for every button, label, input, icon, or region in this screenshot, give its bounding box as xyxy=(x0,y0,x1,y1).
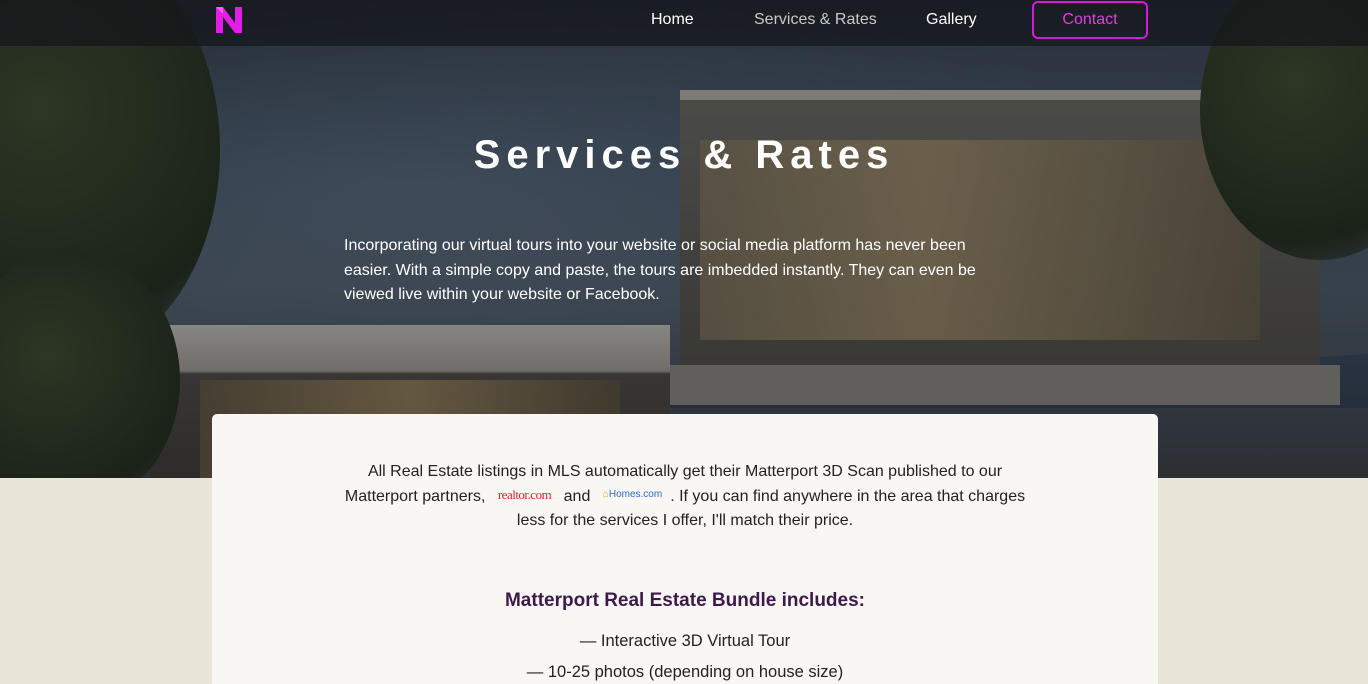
nav-link-home[interactable]: Home xyxy=(651,10,694,30)
card-intro-text: All Real Estate listings in MLS automati… xyxy=(340,460,1030,534)
bundle-title: Matterport Real Estate Bundle includes: xyxy=(504,590,865,611)
page-title: Services & Rates xyxy=(473,133,895,177)
bundle-item: — Interactive 3D Virtual Tour xyxy=(579,632,791,650)
homes-logo-text: Homes.com xyxy=(608,489,663,501)
homes-logo-link[interactable]: ⌂Homes.com xyxy=(603,488,662,502)
bundle-item: — 10-25 photos (depending on house size) xyxy=(526,663,844,681)
intro-text-part2: . If you can find anywhere in the area t… xyxy=(516,487,1026,530)
top-navigation: Home Services & Rates Gallery Contact xyxy=(0,0,1368,46)
brand-n-logo-icon[interactable] xyxy=(215,6,243,34)
contact-button[interactable]: Contact xyxy=(1032,1,1148,39)
nav-link-gallery[interactable]: Gallery xyxy=(926,10,977,30)
and-text: and xyxy=(563,487,591,505)
realtor-logo-link[interactable]: realtor.com xyxy=(498,488,552,502)
nav-link-services-rates[interactable]: Services & Rates xyxy=(754,10,877,30)
hero-description: Incorporating our virtual tours into you… xyxy=(344,237,976,303)
